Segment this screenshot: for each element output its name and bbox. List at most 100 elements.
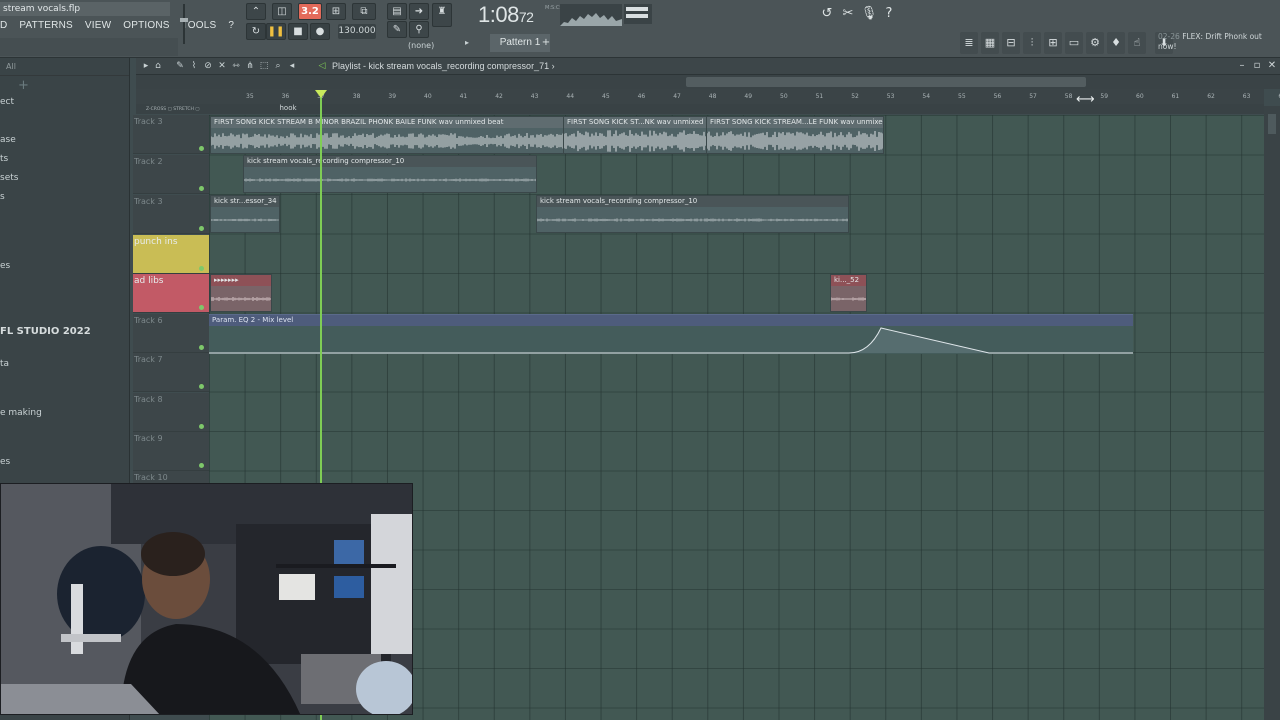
- plugin-picker-icon[interactable]: ♦: [1107, 32, 1125, 54]
- track-led[interactable]: [199, 305, 204, 310]
- marker-lane[interactable]: [136, 104, 1264, 114]
- playhead-marker[interactable]: [315, 90, 327, 98]
- audio-clip-beat[interactable]: FIRST SONG KICK STREAM...LE FUNK wav unm…: [706, 116, 884, 154]
- browser-add-icon[interactable]: +: [18, 78, 29, 93]
- piano-roll-icon[interactable]: ▦: [981, 32, 999, 54]
- audio-clip-beat[interactable]: FIRST SONG KICK ST...NK wav unmixed beat: [563, 116, 708, 154]
- horizontal-scroll-thumb[interactable]: [686, 77, 1086, 87]
- track-header[interactable]: Track 3: [133, 195, 209, 234]
- touch-icon[interactable]: ☝: [1128, 32, 1146, 54]
- track-led[interactable]: [199, 384, 204, 389]
- link-icon[interactable]: ⚲: [409, 21, 429, 38]
- memory-meter: [624, 4, 652, 24]
- mic-icon[interactable]: 🎙: [860, 4, 878, 24]
- audio-clip-adlib[interactable]: ▸▸▸▸▸▸▸: [210, 274, 272, 312]
- audio-clip-vocals[interactable]: kick str...essor_34: [210, 195, 280, 233]
- mixer-icon[interactable]: ▤: [387, 3, 407, 20]
- track-header[interactable]: Track 2: [133, 155, 209, 194]
- track-header-punch-ins[interactable]: punch ins: [133, 235, 209, 274]
- menu-file[interactable]: D: [0, 18, 13, 34]
- delete-icon[interactable]: ⊘: [202, 60, 214, 72]
- track-header[interactable]: Track 9: [133, 432, 209, 471]
- track-led[interactable]: [199, 463, 204, 468]
- play-icon[interactable]: ❚❚: [266, 23, 286, 40]
- menu-view[interactable]: VIEW: [79, 18, 117, 34]
- news-panel[interactable]: 02-26 FLEX: Drift Phonk out now!: [1158, 32, 1278, 54]
- slip-icon[interactable]: ⇿: [230, 60, 242, 72]
- track-led[interactable]: [199, 345, 204, 350]
- minimize-icon[interactable]: –: [1236, 59, 1248, 73]
- draw-icon[interactable]: ✎: [387, 21, 407, 38]
- browser-item-plugins[interactable]: ts: [0, 154, 8, 164]
- close-icon[interactable]: ✕: [1266, 59, 1278, 73]
- playlist-arrow-icon[interactable]: ◁: [316, 60, 328, 72]
- horizontal-scrollbar[interactable]: [136, 75, 1280, 89]
- arrow-icon[interactable]: ▸: [140, 60, 152, 72]
- channel-settings-icon[interactable]: ⊞: [1044, 32, 1062, 54]
- browser-item-samples[interactable]: s: [0, 192, 5, 202]
- track-header-ad-libs[interactable]: ad libs: [133, 274, 209, 313]
- browser-filter[interactable]: All: [0, 58, 129, 76]
- vertical-scroll-thumb[interactable]: [1268, 114, 1276, 134]
- pattern-arrow[interactable]: ▸: [461, 36, 473, 50]
- undo-icon[interactable]: ↺: [818, 4, 836, 24]
- vertical-scrollbar[interactable]: [1264, 106, 1280, 720]
- mute-icon[interactable]: ✕: [216, 60, 228, 72]
- tempo-field[interactable]: 130.000: [338, 24, 376, 39]
- record-icon[interactable]: ●: [310, 23, 330, 40]
- browser-item-database[interactable]: ase: [0, 135, 16, 145]
- stop-icon[interactable]: ■: [288, 23, 308, 40]
- audio-clip-vocals[interactable]: kick stream vocals_recording compressor_…: [243, 155, 537, 193]
- track-led[interactable]: [199, 424, 204, 429]
- audio-clip-adlib[interactable]: ki..._52: [830, 274, 867, 312]
- menu-options[interactable]: OPTIONS: [117, 18, 175, 34]
- help-icon[interactable]: ?: [880, 4, 898, 24]
- browser-item-templates[interactable]: es: [0, 261, 10, 271]
- browser-item-beat-making[interactable]: e making: [0, 408, 42, 418]
- marker-hook[interactable]: hook: [279, 104, 297, 113]
- crossfade-toggle[interactable]: Z-CROSS ▢ STRETCH ▢: [146, 107, 200, 112]
- cut-icon[interactable]: ✂: [839, 4, 857, 24]
- audio-clip-vocals[interactable]: kick stream vocals_recording compressor_…: [536, 195, 849, 233]
- master-volume-slider[interactable]: [180, 4, 188, 44]
- add-pattern-button[interactable]: +: [540, 36, 552, 50]
- browser-item-fl-studio[interactable]: FL STUDIO 2022: [0, 326, 91, 337]
- browser-item-project[interactable]: ect: [0, 97, 14, 107]
- brush-icon[interactable]: ⌇: [188, 60, 200, 72]
- zoom-icon[interactable]: ⌕: [272, 60, 284, 72]
- snap-value[interactable]: 3.2: [298, 3, 322, 20]
- browser-item-data[interactable]: ta: [0, 359, 9, 369]
- track-header[interactable]: Track 8: [133, 393, 209, 432]
- mixer-window-icon[interactable]: ⫶: [1023, 32, 1041, 54]
- menu-patterns[interactable]: PATTERNS: [13, 18, 78, 34]
- track-led[interactable]: [199, 186, 204, 191]
- loop-icon[interactable]: ↻: [246, 23, 266, 40]
- browser-item-misc[interactable]: es: [0, 457, 10, 467]
- track-led[interactable]: [199, 266, 204, 271]
- select-icon[interactable]: ⬚: [258, 60, 270, 72]
- next-icon[interactable]: ➜: [409, 3, 429, 20]
- metronome-icon[interactable]: ⌃: [246, 3, 266, 20]
- slice-icon[interactable]: ⋔: [244, 60, 256, 72]
- metronome-bell-icon[interactable]: ♜: [432, 3, 452, 27]
- audio-clip-beat[interactable]: FIRST SONG KICK STREAM B MINOR BRAZIL PH…: [210, 116, 565, 154]
- magnet-icon[interactable]: ⌂: [152, 60, 164, 72]
- plugin-icon[interactable]: ⚙: [1086, 32, 1104, 54]
- menu-help[interactable]: ?: [222, 18, 240, 34]
- playlist-icon[interactable]: ≣: [960, 32, 978, 54]
- pencil-icon[interactable]: ✎: [174, 60, 186, 72]
- maximize-icon[interactable]: ▫: [1251, 59, 1263, 73]
- typing-keyboard-icon[interactable]: ⧉: [352, 3, 376, 20]
- channel-rack-icon[interactable]: ⊟: [1002, 32, 1020, 54]
- step-icon[interactable]: ⊞: [326, 3, 346, 20]
- track-header[interactable]: Track 7: [133, 353, 209, 392]
- automation-clip[interactable]: Param. EQ 2 - Mix level: [209, 314, 1133, 354]
- track-led[interactable]: [199, 226, 204, 231]
- browser-item-presets[interactable]: sets: [0, 173, 18, 183]
- playback-icon[interactable]: ◂: [286, 60, 298, 72]
- wait-icon[interactable]: ◫: [272, 3, 292, 20]
- browser-icon[interactable]: ▭: [1065, 32, 1083, 54]
- track-header[interactable]: Track 6: [133, 314, 209, 353]
- track-led[interactable]: [199, 146, 204, 151]
- track-header[interactable]: Track 3: [133, 115, 209, 154]
